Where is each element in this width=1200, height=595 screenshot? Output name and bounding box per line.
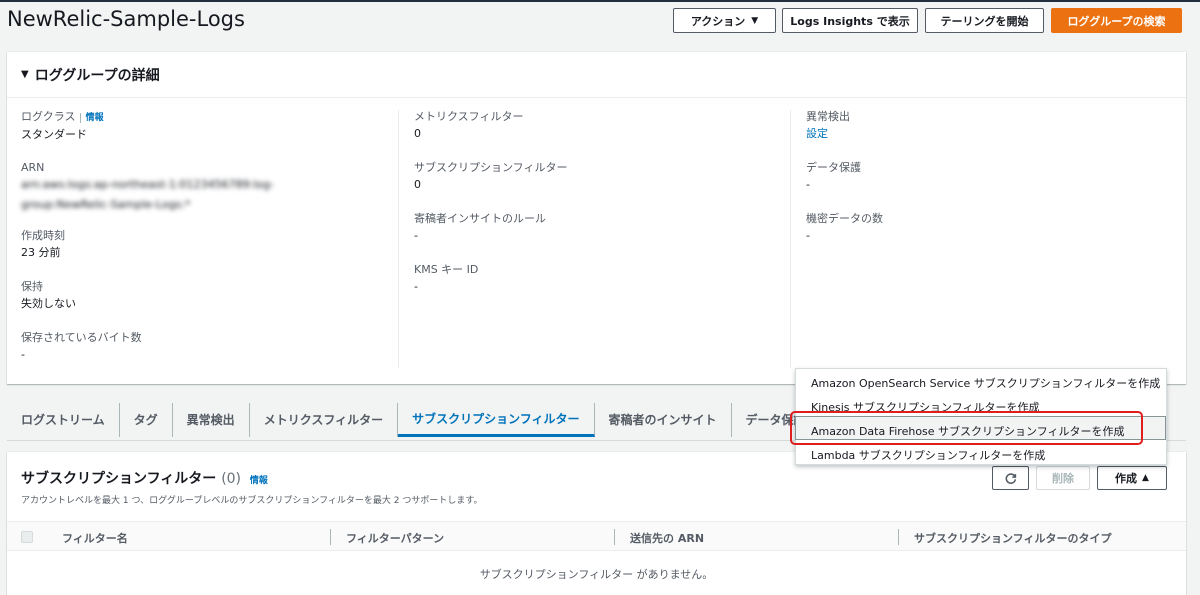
data-protection-field: データ保護 -: [806, 161, 1176, 212]
logs-insights-button[interactable]: Logs Insights で表示: [782, 8, 918, 33]
column-filter-name[interactable]: フィルター名: [62, 530, 128, 546]
info-link[interactable]: 情報: [250, 476, 268, 486]
tab-contributor-insights[interactable]: 寄稿者のインサイト: [595, 403, 732, 437]
top-bar: [0, 0, 1200, 2]
actions-label: アクション: [690, 14, 746, 28]
column-filter-type[interactable]: サブスクリプションフィルターのタイプ: [914, 530, 1111, 546]
actions-dropdown-button[interactable]: アクション ▼: [673, 8, 776, 33]
menu-item-opensearch[interactable]: Amazon OpenSearch Service サブスクリプションフィルター…: [811, 375, 1160, 391]
kms-value: -: [414, 280, 418, 293]
stored-bytes-label: 保存されているバイト数: [21, 331, 142, 344]
anomaly-configure-link[interactable]: 設定: [806, 124, 1176, 144]
retention-field: 保持 失効しない: [21, 280, 391, 331]
metric-filter-value: 0: [414, 127, 421, 140]
contributor-field: 寄稿者インサイトのルール -: [414, 212, 784, 263]
contributor-label: 寄稿者インサイトのルール: [414, 212, 546, 225]
details-header[interactable]: ▼ ロググループの詳細: [7, 52, 1186, 98]
subscription-filter-value: 0: [414, 178, 421, 191]
log-class-label: ログクラス: [21, 110, 76, 123]
created-value: 23 分前: [21, 246, 61, 259]
delete-button[interactable]: 削除: [1036, 466, 1090, 490]
refresh-button[interactable]: [992, 466, 1029, 490]
column-divider: [614, 529, 615, 545]
details-column-2: メトリクスフィルター 0 サブスクリプションフィルター 0 寄稿者インサイトのル…: [414, 110, 784, 314]
page-title: NewRelic-Sample-Logs: [7, 7, 245, 31]
subscription-filter-field: サブスクリプションフィルター 0: [414, 161, 784, 212]
caret-down-icon: ▼: [21, 69, 29, 80]
data-protection-label: データ保護: [806, 161, 861, 174]
created-label: 作成時刻: [21, 229, 65, 242]
caret-up-icon: ▲: [1142, 473, 1149, 483]
stored-bytes-value: -: [21, 348, 25, 361]
tab-tags[interactable]: タグ: [120, 403, 173, 437]
sensitive-data-value: -: [806, 229, 810, 242]
create-dropdown-button[interactable]: 作成 ▲: [1097, 466, 1167, 490]
caret-down-icon: ▼: [751, 15, 759, 26]
subscription-description: アカウントレベルを最大 1 つ、ロググループレベルのサブスクリプションフィルター…: [21, 496, 483, 506]
subscription-filters-card: サブスクリプションフィルター (0) 情報 アカウントレベルを最大 1 つ、ログ…: [7, 452, 1186, 595]
retention-value: 失効しない: [21, 297, 76, 310]
subscription-count: (0): [221, 471, 242, 487]
details-column-1: ログクラス 情報 スタンダード ARN arn:aws:logs:ap-north…: [21, 110, 391, 382]
column-divider: [330, 529, 331, 545]
tab-log-streams[interactable]: ログストリーム: [7, 403, 120, 437]
search-log-group-button[interactable]: ロググループの検索: [1051, 8, 1182, 33]
refresh-icon: [1005, 473, 1016, 484]
column-destination-arn[interactable]: 送信先の ARN: [630, 530, 704, 546]
log-class-value: スタンダード: [21, 128, 87, 141]
column-divider: [790, 110, 791, 368]
metric-filter-field: メトリクスフィルター 0: [414, 110, 784, 161]
create-label: 作成: [1115, 472, 1138, 485]
start-tailing-button[interactable]: テーリングを開始: [925, 8, 1044, 33]
log-group-details-card: ▼ ロググループの詳細 ログクラス 情報 スタンダード ARN arn:aws:l…: [7, 52, 1186, 384]
empty-table-message: サブスクリプションフィルター がありません。: [479, 568, 714, 581]
log-class-field: ログクラス 情報 スタンダード: [21, 110, 391, 161]
created-field: 作成時刻 23 分前: [21, 229, 391, 280]
select-all-checkbox[interactable]: [21, 531, 33, 543]
column-divider: [398, 110, 399, 368]
menu-item-lambda[interactable]: Lambda サブスクリプションフィルターを作成: [811, 447, 1045, 463]
arn-label: ARN: [21, 161, 45, 174]
stored-bytes-field: 保存されているバイト数 -: [21, 331, 391, 382]
tab-metric-filters[interactable]: メトリクスフィルター: [250, 403, 399, 437]
subscription-title-text: サブスクリプションフィルター: [21, 471, 217, 487]
arn-field: ARN arn:aws:logs:ap-northeast-1:01234567…: [21, 161, 391, 229]
retention-label: 保持: [21, 280, 43, 293]
tab-anomaly-detection[interactable]: 異常検出: [173, 403, 250, 437]
kms-label: KMS キー ID: [414, 263, 479, 276]
subscription-filter-label: サブスクリプションフィルター: [414, 161, 568, 174]
sensitive-data-label: 機密データの数: [806, 212, 883, 225]
details-column-3: 異常検出 設定 データ保護 - 機密データの数 -: [806, 110, 1176, 263]
tab-bar: ログストリーム タグ 異常検出 メトリクスフィルター サブスクリプションフィルタ…: [7, 402, 820, 438]
details-heading: ロググループの詳細: [34, 67, 160, 84]
tab-subscription-filters[interactable]: サブスクリプションフィルター: [398, 403, 595, 437]
table-header: フィルター名 フィルターパターン 送信先の ARN サブスクリプションフィルター…: [7, 521, 1186, 551]
kms-field: KMS キー ID -: [414, 263, 784, 314]
subscription-title: サブスクリプションフィルター (0) 情報: [21, 468, 268, 488]
contributor-value: -: [414, 229, 418, 242]
column-divider: [898, 529, 899, 545]
anomaly-label: 異常検出: [806, 110, 850, 123]
anomaly-field: 異常検出 設定: [806, 110, 1176, 161]
data-protection-value: -: [806, 178, 810, 191]
metric-filter-label: メトリクスフィルター: [414, 110, 524, 123]
highlight-annotation-box: [790, 411, 1143, 445]
sensitive-data-field: 機密データの数 -: [806, 212, 1176, 263]
column-filter-pattern[interactable]: フィルターパターン: [346, 530, 444, 546]
arn-value: arn:aws:logs:ap-northeast-1:0123456789:l…: [21, 178, 274, 211]
info-link[interactable]: 情報: [79, 113, 104, 123]
